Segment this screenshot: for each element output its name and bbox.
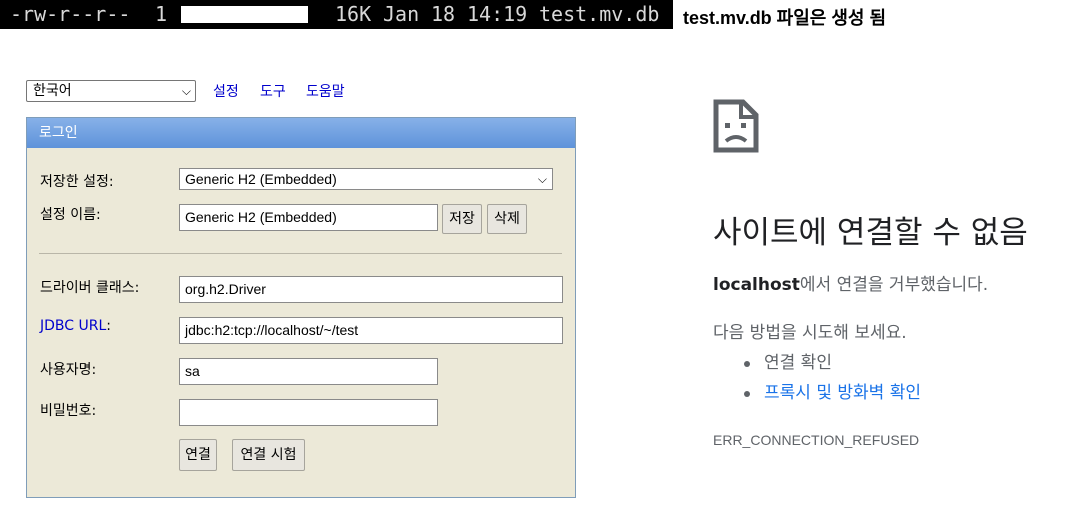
saved-settings-select[interactable]: Generic H2 (Embedded) ⌵: [179, 168, 553, 190]
file-name: test.mv.db: [539, 2, 660, 26]
driver-class-label: 드라이버 클래스:: [40, 280, 140, 296]
divider: [39, 253, 562, 254]
redacted-owner: [181, 6, 308, 23]
jdbc-url-colon: :: [106, 318, 111, 334]
save-button[interactable]: 저장: [442, 204, 482, 234]
error-code: ERR_CONNECTION_REFUSED: [713, 432, 920, 448]
setting-name-label: 설정 이름:: [40, 207, 101, 223]
terminal-line: -rw-r--r-- 1 16K Jan 18 14:19 test.mv.db: [0, 0, 673, 29]
file-permissions: -rw-r--r--: [10, 2, 131, 26]
file-size: 16K: [335, 2, 372, 26]
delete-button[interactable]: 삭제: [487, 204, 527, 234]
driver-class-input[interactable]: org.h2.Driver: [179, 276, 563, 303]
link-count: 1: [155, 2, 168, 26]
setting-name-input[interactable]: Generic H2 (Embedded): [179, 204, 438, 231]
suggestion-list: 연결 확인 프록시 및 방화벽 확인: [740, 348, 921, 408]
sad-page-icon: [713, 99, 759, 153]
saved-settings-value: Generic H2 (Embedded): [185, 171, 337, 187]
suggestion-proxy-firewall-link[interactable]: 프록시 및 방화벽 확인: [740, 378, 921, 408]
panel-title: 로그인: [27, 118, 575, 148]
username-input[interactable]: sa: [179, 358, 438, 385]
help-link[interactable]: 도움말: [306, 81, 345, 101]
saved-settings-label: 저장한 설정:: [40, 174, 114, 190]
connect-button[interactable]: 연결: [179, 439, 217, 471]
password-input[interactable]: [179, 399, 438, 426]
error-host: localhost: [713, 275, 800, 295]
jdbc-url-label: JDBC URL:: [40, 318, 111, 334]
tools-link[interactable]: 도구: [260, 81, 286, 101]
test-connection-button[interactable]: 연결 시험: [232, 439, 305, 471]
file-day: 18: [431, 2, 456, 26]
caption-text: test.mv.db 파일은 생성 됨: [683, 8, 887, 28]
password-label: 비밀번호:: [40, 403, 97, 419]
language-value: 한국어: [33, 83, 72, 99]
try-text: 다음 방법을 시도해 보세요.: [713, 323, 907, 343]
login-panel: 로그인 저장한 설정: Generic H2 (Embedded) ⌵ 설정 이…: [26, 117, 576, 498]
suggestion-check-connection: 연결 확인: [740, 348, 921, 378]
error-description: localhost에서 연결을 거부했습니다.: [713, 270, 988, 295]
file-time: 14:19: [467, 2, 528, 26]
error-host-suffix: 에서 연결을 거부했습니다.: [799, 275, 989, 295]
language-select[interactable]: 한국어 ⌵: [26, 80, 196, 102]
chevron-down-icon: ⌵: [181, 84, 191, 98]
error-title: 사이트에 연결할 수 없음: [713, 215, 1028, 251]
jdbc-url-link[interactable]: JDBC URL: [40, 318, 106, 334]
jdbc-url-input[interactable]: jdbc:h2:tcp://localhost/~/test: [179, 317, 563, 344]
file-month: Jan: [383, 2, 420, 26]
username-label: 사용자명:: [40, 362, 97, 378]
chevron-down-icon: ⌵: [537, 172, 547, 186]
settings-link[interactable]: 설정: [213, 81, 239, 101]
